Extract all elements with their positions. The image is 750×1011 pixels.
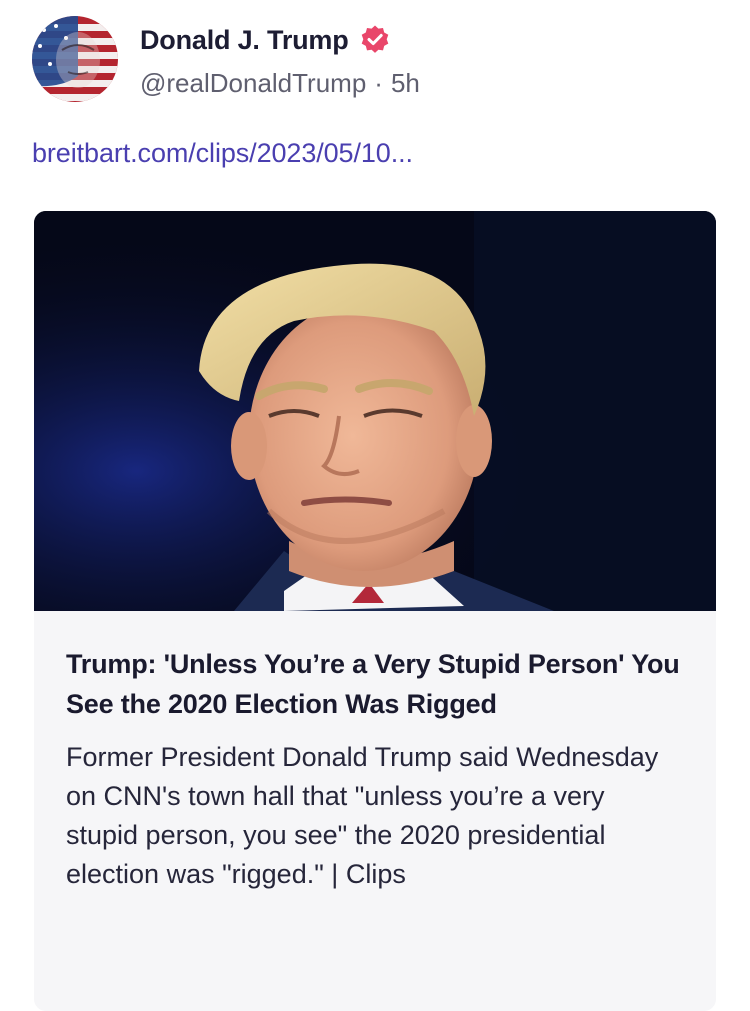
meta-separator: · [374,68,383,98]
post-link[interactable]: breitbart.com/clips/2023/05/10... [32,138,413,169]
author-avatar[interactable] [32,16,118,102]
author-handle[interactable]: @realDonaldTrump [140,68,366,99]
preview-body: Trump: 'Unless You’re a Very Stupid Pers… [34,611,716,894]
verified-badge-icon [359,24,391,56]
author-name-row: Donald J. Trump [140,20,391,60]
preview-description: Former President Donald Trump said Wedne… [66,742,659,889]
preview-image[interactable] [34,211,716,611]
flag-portrait-avatar-icon [32,16,118,102]
link-preview-card[interactable]: Trump: 'Unless You’re a Very Stupid Pers… [34,211,716,1011]
post-timestamp[interactable]: 5h [391,68,420,99]
portrait-photo-icon [34,211,716,611]
post-header: Donald J. Trump @realDonaldTrump · 5h [32,16,722,106]
preview-title[interactable]: Trump: 'Unless You’re a Very Stupid Pers… [66,644,684,724]
author-meta: @realDonaldTrump · 5h [140,68,420,99]
author-display-name[interactable]: Donald J. Trump [140,25,349,56]
